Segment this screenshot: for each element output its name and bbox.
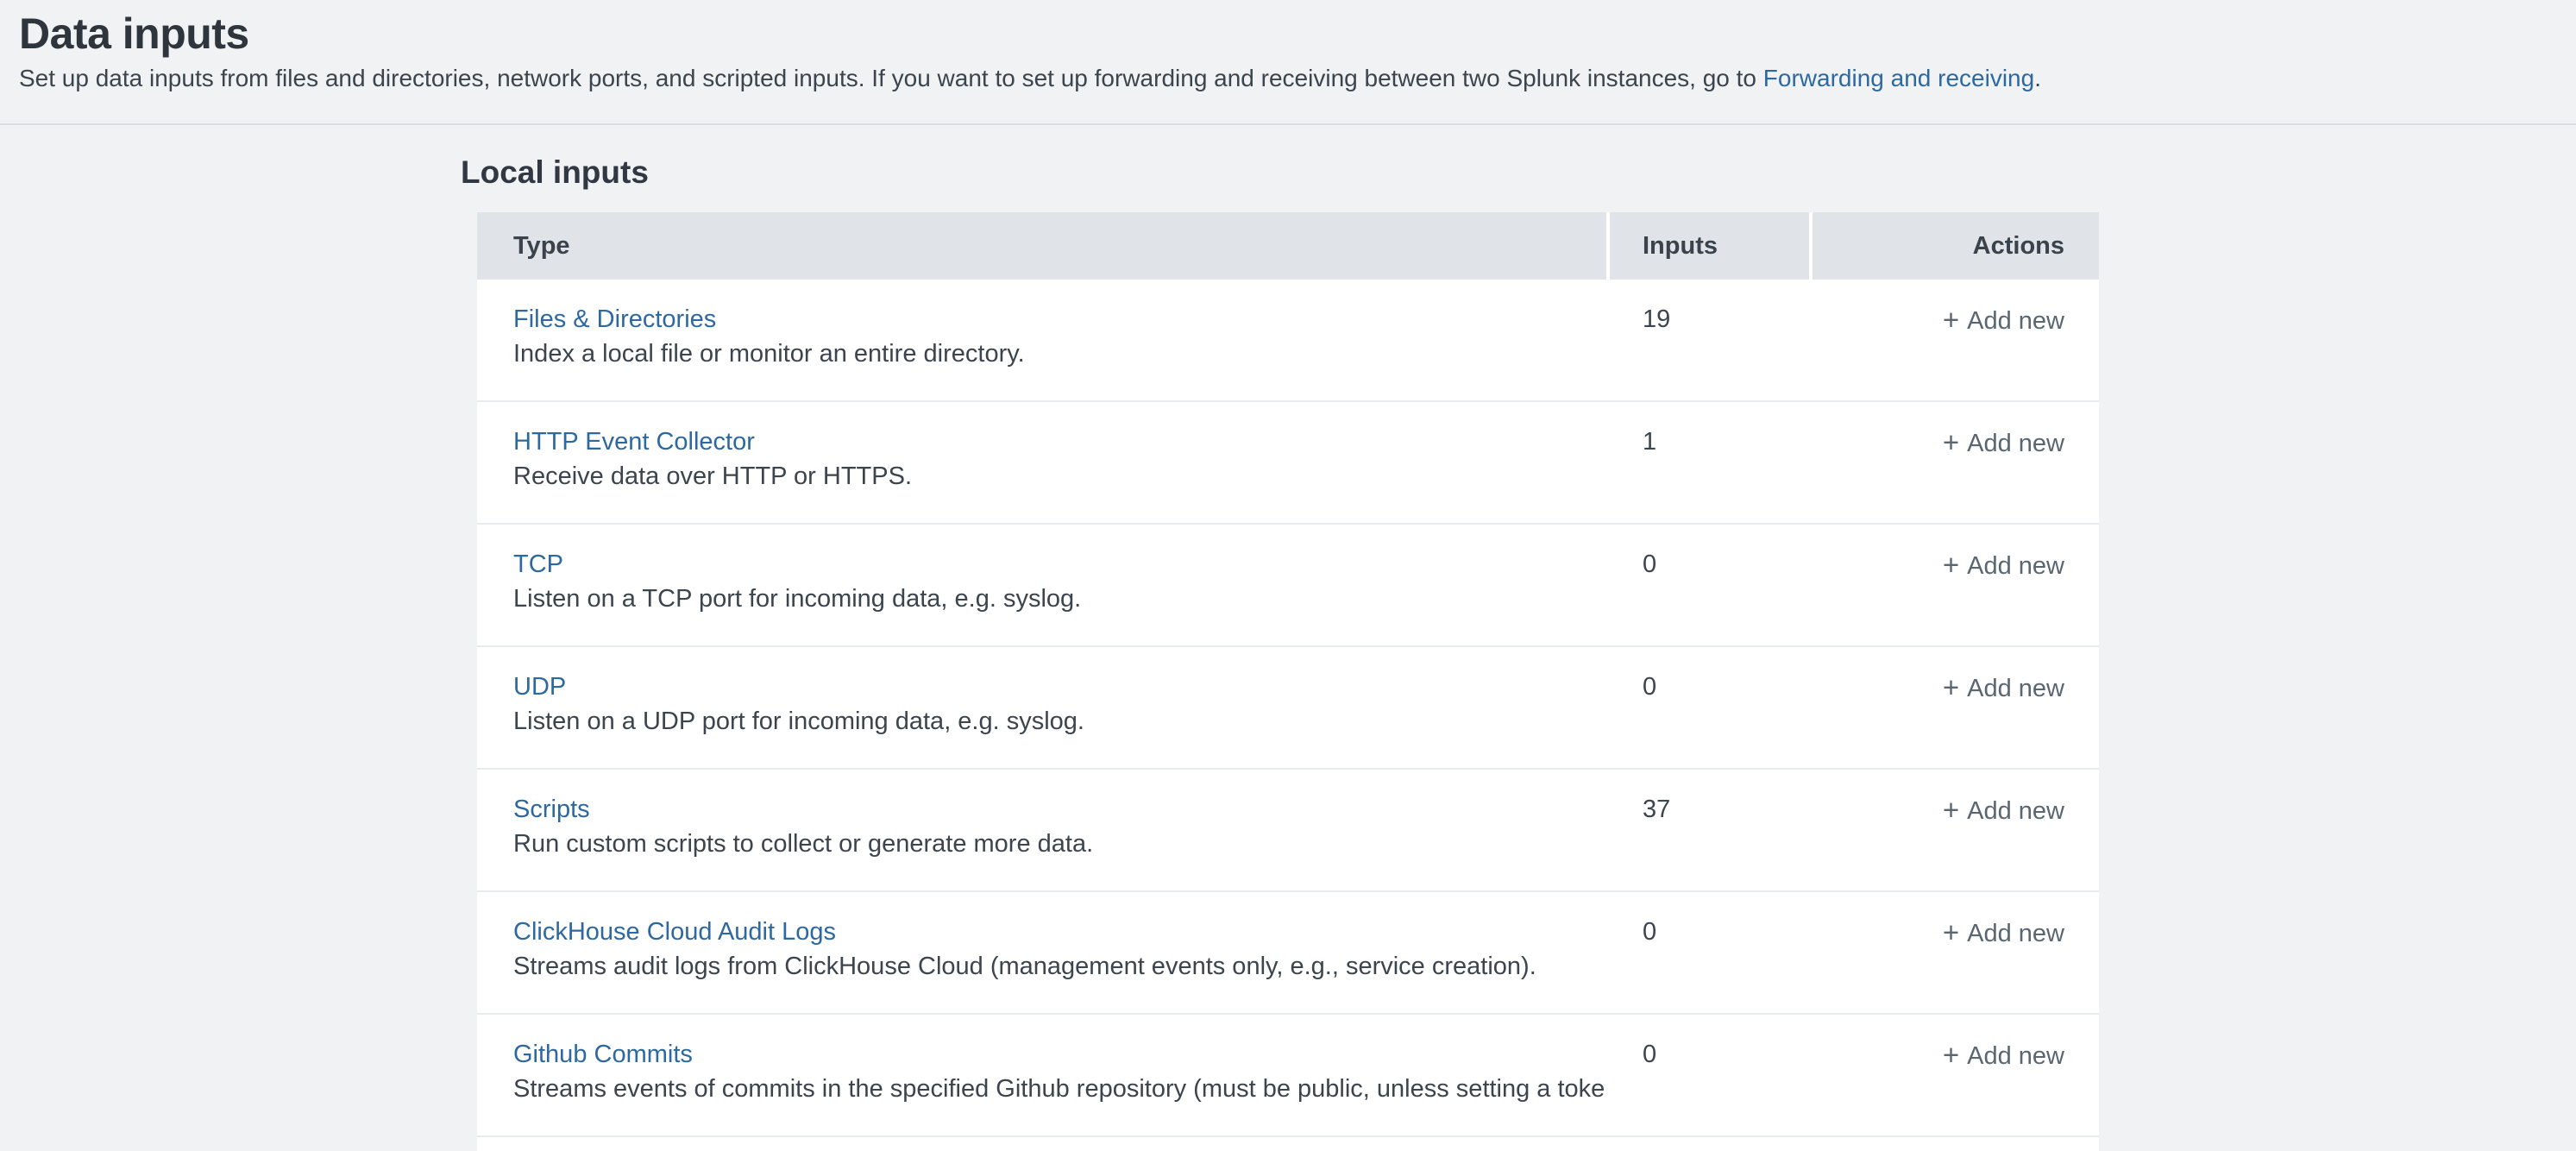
add-new-label: Add new	[1967, 552, 2064, 580]
table-row: HTTP Event Collector Receive data over H…	[477, 402, 2099, 525]
actions-cell: + Add new	[1809, 892, 2099, 1013]
table-row: Scripts Run custom scripts to collect or…	[477, 770, 2099, 892]
input-type-description: Streams audit logs from ClickHouse Cloud…	[513, 950, 1572, 983]
plus-icon: +	[1943, 426, 1959, 458]
type-cell: HTTP Event Collector Receive data over H…	[477, 402, 1606, 523]
add-new-link[interactable]: + Add new	[1943, 914, 2064, 952]
add-new-label: Add new	[1967, 430, 2064, 457]
add-new-link[interactable]: + Add new	[1943, 301, 2064, 339]
actions-cell: + Add new	[1809, 647, 2099, 768]
type-cell: Files & Directories Index a local file o…	[477, 280, 1606, 400]
table-row: Files & Directories Index a local file o…	[477, 280, 2099, 402]
plus-icon: +	[1943, 549, 1959, 581]
input-type-description: Index a local file or monitor an entire …	[513, 337, 1572, 370]
input-type-description: Streams events of commits in the specifi…	[513, 1072, 1572, 1105]
table-row: Github Commits Streams events of commits…	[477, 1015, 2099, 1137]
add-new-label: Add new	[1967, 797, 2064, 825]
table-row: UDP Listen on a UDP port for incoming da…	[477, 647, 2099, 770]
input-type-description: Receive data over HTTP or HTTPS.	[513, 460, 1572, 493]
add-new-label: Add new	[1967, 920, 2064, 947]
type-cell: Github Commits Streams events of commits…	[477, 1015, 1606, 1135]
inputs-count: 1	[1606, 402, 1809, 523]
inputs-count: 19	[1606, 280, 1809, 400]
actions-cell: + Add new	[1809, 280, 2099, 400]
page-subtitle: Set up data inputs from files and direct…	[19, 63, 2541, 94]
input-type-link[interactable]: Scripts	[513, 791, 590, 827]
page-subtitle-text: Set up data inputs from files and direct…	[19, 65, 1763, 91]
type-cell: UDP Listen on a UDP port for incoming da…	[477, 647, 1606, 768]
section-title: Local inputs	[461, 153, 2576, 192]
input-type-link[interactable]: HTTP Event Collector	[513, 424, 755, 460]
inputs-count: 0	[1606, 647, 1809, 768]
actions-cell: + Add new	[1809, 1015, 2099, 1135]
column-header-actions: Actions	[1809, 212, 2099, 280]
input-type-link[interactable]: UDP	[513, 669, 566, 705]
plus-icon: +	[1943, 916, 1959, 948]
table-partial-next-row	[477, 1137, 2099, 1151]
input-type-description: Listen on a UDP port for incoming data, …	[513, 705, 1572, 738]
add-new-label: Add new	[1967, 1042, 2064, 1070]
actions-cell: + Add new	[1809, 402, 2099, 523]
add-new-link[interactable]: + Add new	[1943, 424, 2064, 462]
table-row: ClickHouse Cloud Audit Logs Streams audi…	[477, 892, 2099, 1015]
add-new-label: Add new	[1967, 675, 2064, 702]
column-header-inputs: Inputs	[1606, 212, 1809, 280]
plus-icon: +	[1943, 304, 1959, 336]
table-row: TCP Listen on a TCP port for incoming da…	[477, 525, 2099, 647]
column-header-type: Type	[477, 212, 1606, 280]
plus-icon: +	[1943, 671, 1959, 703]
page-header-banner: Data inputs Set up data inputs from file…	[0, 0, 2576, 125]
add-new-link[interactable]: + Add new	[1943, 1036, 2064, 1074]
page-subtitle-period: .	[2034, 65, 2041, 91]
inputs-count: 0	[1606, 525, 1809, 645]
local-inputs-table: Type Inputs Actions Files & Directories …	[477, 212, 2099, 1151]
input-type-description: Run custom scripts to collect or generat…	[513, 827, 1572, 860]
plus-icon: +	[1943, 794, 1959, 826]
inputs-count: 37	[1606, 770, 1809, 890]
input-type-link[interactable]: TCP	[513, 546, 563, 582]
actions-cell: + Add new	[1809, 770, 2099, 890]
add-new-link[interactable]: + Add new	[1943, 791, 2064, 829]
type-cell: TCP Listen on a TCP port for incoming da…	[477, 525, 1606, 645]
type-cell: Scripts Run custom scripts to collect or…	[477, 770, 1606, 890]
input-type-link[interactable]: Github Commits	[513, 1036, 693, 1072]
add-new-label: Add new	[1967, 307, 2064, 335]
page-title: Data inputs	[19, 9, 2541, 59]
table-body: Files & Directories Index a local file o…	[477, 280, 2099, 1137]
actions-cell: + Add new	[1809, 525, 2099, 645]
plus-icon: +	[1943, 1039, 1959, 1071]
add-new-link[interactable]: + Add new	[1943, 669, 2064, 707]
inputs-count: 0	[1606, 1015, 1809, 1135]
input-type-link[interactable]: Files & Directories	[513, 301, 716, 337]
input-type-link[interactable]: ClickHouse Cloud Audit Logs	[513, 914, 836, 950]
type-cell: ClickHouse Cloud Audit Logs Streams audi…	[477, 892, 1606, 1013]
forwarding-and-receiving-link[interactable]: Forwarding and receiving	[1763, 65, 2034, 91]
inputs-count: 0	[1606, 892, 1809, 1013]
add-new-link[interactable]: + Add new	[1943, 546, 2064, 584]
input-type-description: Listen on a TCP port for incoming data, …	[513, 582, 1572, 615]
table-header-row: Type Inputs Actions	[477, 212, 2099, 280]
